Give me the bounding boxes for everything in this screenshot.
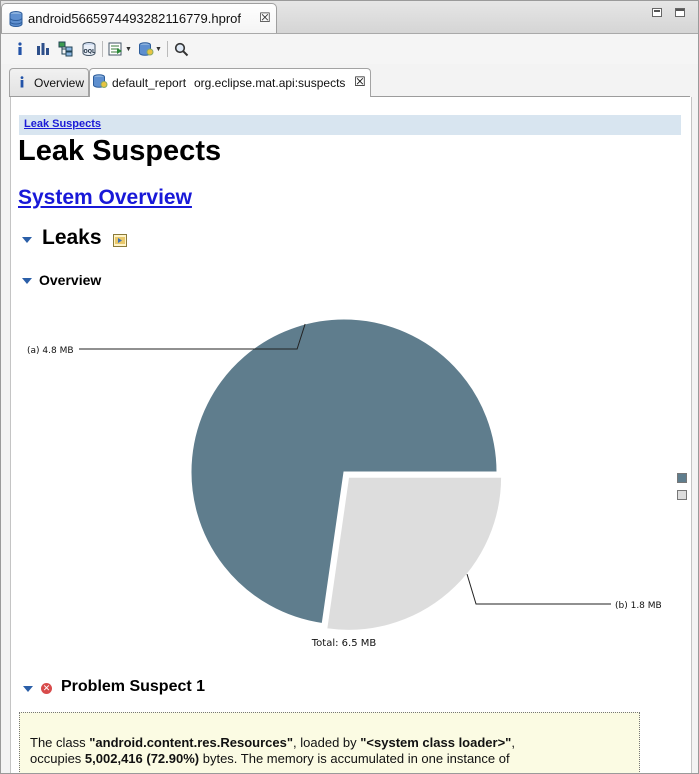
suspect-text-part: bytes. The memory is accumulated in one … [199,751,510,766]
suspect-text-part: The class [30,735,90,750]
legend-swatch-a [677,473,687,483]
mat-toolbar: OQL ▼ ▼ [1,34,698,64]
histogram-icon[interactable] [35,39,51,59]
overview-heading: Overview [39,272,102,288]
pie-total-label: Total: 6.5 MB [311,638,377,649]
problem-suspect-title: Problem Suspect 1 [61,678,206,695]
toolbar-separator [167,41,168,57]
suspect-description: The class "android.content.res.Resources… [19,712,640,773]
run-report-icon[interactable]: ▼ [107,39,133,59]
search-icon[interactable] [172,39,190,59]
suspect-text-part: occupies [30,751,85,766]
report-tab-strip: Overview default_report org.eclipse.mat.… [9,68,690,97]
suspect-text-part: , loaded by [293,735,361,750]
hprof-editor-tab[interactable]: android5665974493282116779.hprof ☒ [1,3,277,33]
editor-tab-strip: android5665974493282116779.hprof ☒ [1,1,698,34]
pie-slice[interactable] [326,476,503,631]
error-icon: ✕ [41,683,52,694]
report-db-icon [92,73,108,92]
suspect-text-part: , [511,735,515,750]
suspect-size: 5,002,416 (72.90%) [84,751,200,766]
suspect-class-loader: "<system class loader>" [360,735,512,750]
breadcrumb-leak-suspects-link[interactable]: Leak Suspects [24,118,101,130]
tab-report-id: org.eclipse.mat.api:suspects [194,76,346,90]
leak-pie-chart: (a) 4.8 MB (b) 1.8 MB Total: 6.5 MB [27,318,662,649]
report-content: Leak Suspects Leak Suspects System Overv… [10,97,692,773]
pie-slice-label: (b) 1.8 MB [615,601,662,611]
dominator-tree-icon[interactable] [57,39,75,59]
minimize-button[interactable] [652,8,662,17]
tab-report-name: default_report [112,76,187,90]
legend-swatch-b [677,490,687,500]
leaks-details-icon[interactable] [113,234,127,252]
close-tab-icon[interactable]: ☒ [354,74,366,90]
maximize-button[interactable] [675,8,685,17]
editor-window: android5665974493282116779.hprof ☒ OQL ▼… [0,0,699,774]
collapse-suspect-icon[interactable] [23,686,33,692]
pie-leader-line [466,573,611,605]
tab-overview[interactable]: Overview [9,68,89,96]
page-title: Leak Suspects [18,135,222,167]
oql-icon[interactable]: OQL [80,39,98,59]
info-icon[interactable] [13,39,27,59]
heap-dump-icon [9,11,23,32]
pie-slice-label: (a) 4.8 MB [27,346,74,356]
toolbar-separator [102,41,103,57]
svg-text:OQL: OQL [84,49,97,55]
close-tab-icon[interactable]: ☒ [259,10,271,26]
tab-overview-label: Overview [34,76,85,90]
query-browser-icon[interactable]: ▼ [137,39,163,59]
system-overview-link[interactable]: System Overview [18,186,192,210]
collapse-leaks-icon[interactable] [22,237,32,243]
suspect-class-name: "android.content.res.Resources" [89,735,294,750]
leaks-heading: Leaks [42,226,102,249]
tab-default-report[interactable]: default_report org.eclipse.mat.api:suspe… [89,68,371,97]
collapse-overview-icon[interactable] [22,278,32,284]
breadcrumb: Leak Suspects [19,115,681,135]
hprof-file-name: android5665974493282116779.hprof [28,11,242,26]
info-icon [19,76,25,91]
